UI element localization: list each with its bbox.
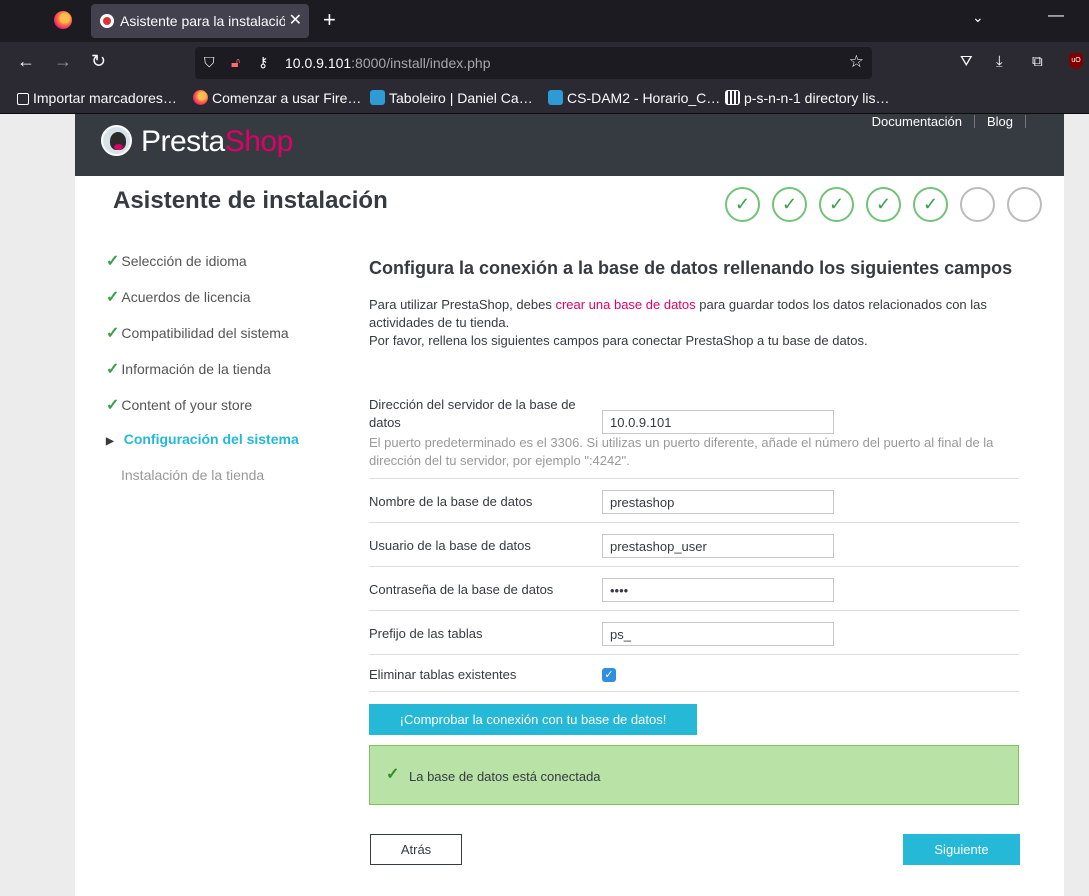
success-message: La base de datos está conectada — [409, 769, 601, 784]
server-hint: El puerto predeterminado es el 3306. Si … — [369, 435, 994, 468]
url-bar[interactable]: ⛉ 🔓︎ ⚷ 10.0.9.101:8000/install/index.php… — [195, 47, 872, 79]
bookmark-item[interactable]: Importar marcadores… — [17, 90, 177, 106]
user-input[interactable] — [602, 534, 834, 558]
create-database-link[interactable]: crear una base de datos — [555, 297, 695, 312]
dbname-label: Nombre de la base de datos — [369, 494, 533, 509]
step-indicator-done: ✓ — [913, 187, 948, 222]
sidebar-item-language[interactable]: ✓ Selección de idioma — [106, 251, 247, 271]
prestashop-logo-icon — [101, 125, 132, 156]
user-label: Usuario de la base de datos — [369, 538, 531, 553]
check-icon: ✓ — [106, 361, 120, 378]
forward-arrow-icon[interactable]: → — [54, 51, 72, 72]
import-icon — [17, 93, 29, 105]
divider — [369, 522, 1019, 523]
content-title: Configura la conexión a la base de datos… — [369, 258, 1013, 278]
library-icon — [725, 90, 740, 105]
success-alert: ✓ La base de datos está conectada — [369, 745, 1019, 805]
password-label: Contraseña de la base de datos — [369, 582, 554, 597]
prestashop-favicon-icon — [100, 14, 114, 28]
extensions-icon[interactable]: ⧉ — [1032, 53, 1043, 70]
prestashop-header: PrestaShop Documentación Blog — [75, 114, 1064, 176]
bookmark-item[interactable]: Taboleiro | Daniel Ca… — [370, 90, 533, 106]
divider — [369, 691, 1019, 692]
ublock-icon[interactable]: uO — [1069, 53, 1083, 69]
header-links: Documentación Blog — [872, 114, 1038, 129]
reload-icon[interactable]: ↻ — [91, 51, 106, 72]
minimize-icon[interactable]: — — [1048, 7, 1064, 25]
caret-right-icon: ▶ — [106, 436, 114, 447]
step-indicator-done: ✓ — [866, 187, 901, 222]
sidebar-item-compatibility[interactable]: ✓ Compatibilidad del sistema — [106, 323, 289, 343]
step-indicator-done: ✓ — [819, 187, 854, 222]
new-tab-icon[interactable]: + — [323, 7, 336, 33]
check-icon: ✓ — [106, 289, 120, 306]
divider — [369, 610, 1019, 611]
divider — [369, 566, 1019, 567]
check-connection-button[interactable]: ¡Comprobar la conexión con tu base de da… — [369, 704, 697, 735]
browser-tab[interactable]: Asistente para la instalación ✕ — [91, 4, 309, 38]
check-icon: ✓ — [106, 325, 120, 342]
bookmarks-bar: Importar marcadores… Comenzar a usar Fir… — [0, 84, 1089, 114]
insecure-lock-icon[interactable]: 🔓︎ — [231, 54, 240, 71]
prefix-label: Prefijo de las tablas — [369, 626, 483, 641]
url-text[interactable]: 10.0.9.101:8000/install/index.php — [285, 55, 491, 71]
download-icon[interactable]: ⤓ — [996, 53, 1003, 70]
tab-title: Asistente para la instalación — [120, 13, 285, 29]
firefox-icon[interactable] — [54, 11, 72, 29]
firefox-icon — [193, 90, 208, 105]
next-button[interactable]: Siguiente — [903, 834, 1020, 865]
step-indicator-pending — [960, 187, 995, 222]
wizard-title: Asistente de instalación — [113, 187, 388, 214]
password-input[interactable] — [602, 578, 834, 602]
bookmark-item[interactable]: Comenzar a usar Fire… — [193, 90, 361, 106]
sidebar-item-install: Instalación de la tienda — [121, 467, 265, 483]
key-icon[interactable]: ⚷ — [258, 54, 268, 71]
link-separator — [973, 115, 975, 128]
drop-tables-checkbox[interactable]: ✓ — [602, 668, 616, 682]
check-icon: ✓ — [106, 397, 120, 414]
bookmark-star-icon[interactable]: ☆ — [849, 52, 864, 72]
sidebar-item-store-info[interactable]: ✓ Información de la tienda — [106, 359, 271, 379]
check-icon: ✓ — [106, 253, 120, 270]
divider — [369, 654, 1019, 655]
browser-nav-bar: ← → ↻ ⛉ 🔓︎ ⚷ 10.0.9.101:8000/install/ind… — [0, 42, 1089, 84]
intro-text: Para utilizar PrestaShop, debes crear un… — [369, 297, 987, 348]
installer-page: PrestaShop Documentación Blog Asistente d… — [75, 114, 1064, 896]
prefix-input[interactable] — [602, 622, 834, 646]
back-button[interactable]: Atrás — [370, 834, 462, 865]
edge-icon — [548, 90, 563, 105]
link-separator — [1025, 115, 1026, 128]
bookmark-item[interactable]: CS-DAM2 - Horario_C… — [548, 90, 720, 106]
step-indicator-pending — [1007, 187, 1042, 222]
drop-tables-label: Eliminar tablas existentes — [369, 667, 517, 682]
documentation-link[interactable]: Documentación — [872, 114, 962, 129]
edge-icon — [370, 90, 385, 105]
back-arrow-icon[interactable]: ← — [17, 51, 35, 72]
browser-tab-bar: Asistente para la instalación ✕ + ⌄ — — [0, 0, 1089, 42]
chevron-down-icon[interactable]: ⌄ — [972, 9, 984, 26]
blog-link[interactable]: Blog — [987, 114, 1013, 129]
server-label: Dirección del servidor de la base de dat… — [369, 397, 576, 430]
sidebar-item-system-config: ▶ Configuración del sistema — [106, 431, 299, 447]
pocket-icon[interactable]: ⛛ — [960, 53, 973, 70]
bookmark-item[interactable]: p-s-n-n-1 directory lis… — [725, 90, 889, 106]
check-icon: ✓ — [386, 766, 400, 783]
step-indicator-done: ✓ — [772, 187, 807, 222]
prestashop-logo: PrestaShop — [141, 125, 293, 158]
step-indicator-done: ✓ — [725, 187, 760, 222]
sidebar-item-license[interactable]: ✓ Acuerdos de licencia — [106, 287, 251, 307]
sidebar-item-content[interactable]: ✓ Content of your store — [106, 395, 252, 415]
shield-icon[interactable]: ⛉ — [204, 54, 215, 71]
divider — [369, 478, 1019, 479]
dbname-input[interactable] — [602, 490, 834, 514]
server-input[interactable] — [602, 410, 834, 434]
tab-close-icon[interactable]: ✕ — [289, 10, 302, 30]
